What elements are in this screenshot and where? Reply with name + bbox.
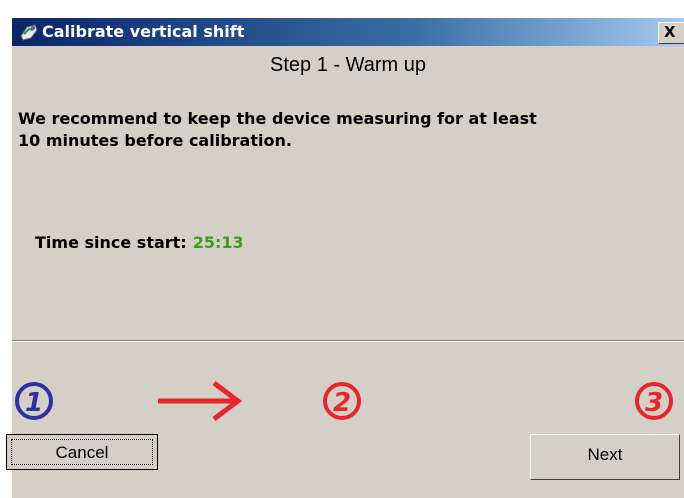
step-3-indicator: 3 bbox=[635, 382, 673, 420]
description-line-1: We recommend to keep the device measurin… bbox=[18, 109, 537, 128]
step-description: We recommend to keep the device measurin… bbox=[18, 108, 684, 152]
step-2-number: 2 bbox=[333, 388, 351, 418]
description-line-2: 10 minutes before calibration. bbox=[18, 131, 292, 150]
step-1-indicator: 1 bbox=[15, 382, 53, 420]
title-bar[interactable]: Calibrate vertical shift X bbox=[12, 18, 684, 46]
steps-indicator: 1 2 3 bbox=[15, 381, 673, 421]
close-icon: X bbox=[664, 23, 676, 41]
cancel-button[interactable]: Cancel bbox=[6, 434, 158, 470]
arrow-icon bbox=[158, 381, 243, 421]
step-1-number: 1 bbox=[25, 388, 43, 418]
window-title: Calibrate vertical shift bbox=[42, 22, 245, 41]
separator bbox=[12, 340, 684, 342]
next-button-label: Next bbox=[587, 445, 623, 464]
cancel-button-label: Cancel bbox=[11, 439, 153, 465]
next-button[interactable]: Next bbox=[530, 434, 680, 480]
time-since-start: Time since start: 25:13 bbox=[35, 233, 244, 252]
step-title: Step 1 - Warm up bbox=[270, 54, 426, 76]
close-button[interactable]: X bbox=[658, 22, 684, 44]
time-value: 25:13 bbox=[192, 233, 244, 252]
step-3-number: 3 bbox=[645, 388, 663, 418]
time-label: Time since start: bbox=[35, 233, 187, 252]
calibration-dialog: Calibrate vertical shift X Step 1 - Warm… bbox=[12, 18, 684, 498]
app-icon bbox=[20, 24, 38, 41]
step-2-indicator: 2 bbox=[323, 382, 361, 420]
